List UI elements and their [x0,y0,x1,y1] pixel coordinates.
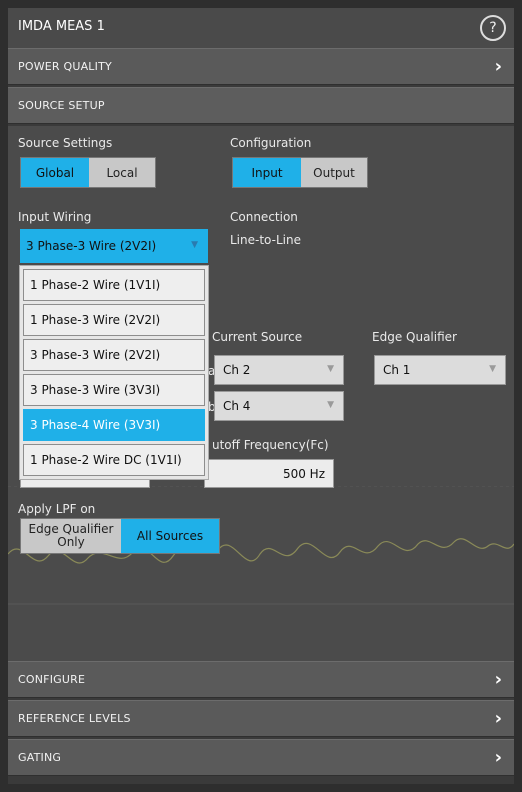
section-source-setup[interactable]: SOURCE SETUP [8,87,514,124]
wiring-option[interactable]: 1 Phase-3 Wire (2V2I) [23,304,205,336]
wiring-option[interactable]: 3 Phase-3 Wire (2V2I) [23,339,205,371]
dropdown-arrow-icon: ▼ [489,364,496,374]
all-sources-button[interactable]: All Sources [121,519,219,553]
input-button[interactable]: Input [233,158,301,187]
section-gating[interactable]: GATING › [8,739,514,776]
wiring-option-highlighted[interactable]: 3 Phase-4 Wire (3V3I) [23,409,205,441]
measurement-panel: IMDA MEAS 1 ? POWER QUALITY › SOURCE SET… [8,8,514,784]
apply-lpf-toggle: Edge Qualifier Only All Sources [20,518,220,554]
cutoff-frequency-value: 500 Hz [282,467,325,481]
section-power-quality[interactable]: POWER QUALITY › [8,48,514,85]
section-reference-levels[interactable]: REFERENCE LEVELS › [8,700,514,737]
apply-lpf-label: Apply LPF on [18,502,96,516]
global-button[interactable]: Global [21,158,89,187]
input-wiring-value: 3 Phase-3 Wire (2V2I) [26,239,157,253]
input-wiring-dropdown[interactable]: 3 Phase-3 Wire (2V2I) ▼ [20,229,208,263]
connection-label: Connection [230,210,298,224]
connection-value: Line-to-Line [230,233,301,247]
cutoff-frequency-label: utoff Frequency(Fc) [212,438,329,452]
title-bar: IMDA MEAS 1 ? [8,8,514,48]
input-wiring-menu: 1 Phase-2 Wire (1V1I) 1 Phase-3 Wire (2V… [19,265,209,480]
source-settings-toggle: Global Local [20,157,156,188]
configuration-toggle: Input Output [232,157,368,188]
chevron-right-icon: › [494,669,502,690]
section-gating-label: GATING [18,751,62,764]
wiring-option[interactable]: 1 Phase-2 Wire (1V1I) [23,269,205,301]
current-source-value-2: Ch 4 [223,399,251,413]
edge-qualifier-dropdown[interactable]: Ch 1 ▼ [374,355,506,385]
wiring-option[interactable]: 3 Phase-3 Wire (3V3I) [23,374,205,406]
input-wiring-label: Input Wiring [18,210,92,224]
current-source-value-1: Ch 2 [223,363,251,377]
edge-qualifier-label: Edge Qualifier [372,330,457,344]
section-power-quality-label: POWER QUALITY [18,60,112,73]
help-icon[interactable]: ? [480,15,506,41]
chevron-right-icon: › [494,56,502,77]
current-source-dropdown-1[interactable]: Ch 2 ▼ [214,355,344,385]
chevron-right-icon: › [494,747,502,768]
output-button[interactable]: Output [301,158,367,187]
dropdown-arrow-icon: ▼ [327,364,334,374]
local-button[interactable]: Local [89,158,155,187]
panel-title: IMDA MEAS 1 [18,19,105,34]
configuration-label: Configuration [230,136,312,150]
source-settings-label: Source Settings [18,136,113,150]
current-source-label: Current Source [212,330,303,344]
dropdown-arrow-icon: ▼ [191,240,198,250]
wiring-option[interactable]: 1 Phase-2 Wire DC (1V1I) [23,444,205,476]
edge-qualifier-only-button[interactable]: Edge Qualifier Only [21,519,122,553]
section-reference-levels-label: REFERENCE LEVELS [18,712,131,725]
current-source-dropdown-2[interactable]: Ch 4 ▼ [214,391,344,421]
cutoff-frequency-input[interactable]: 500 Hz [204,459,334,488]
section-configure[interactable]: CONFIGURE › [8,661,514,698]
section-configure-label: CONFIGURE [18,673,86,686]
chevron-right-icon: › [494,708,502,729]
dropdown-arrow-icon: ▼ [327,400,334,410]
section-source-setup-label: SOURCE SETUP [18,99,105,112]
edge-qualifier-value: Ch 1 [383,363,411,377]
